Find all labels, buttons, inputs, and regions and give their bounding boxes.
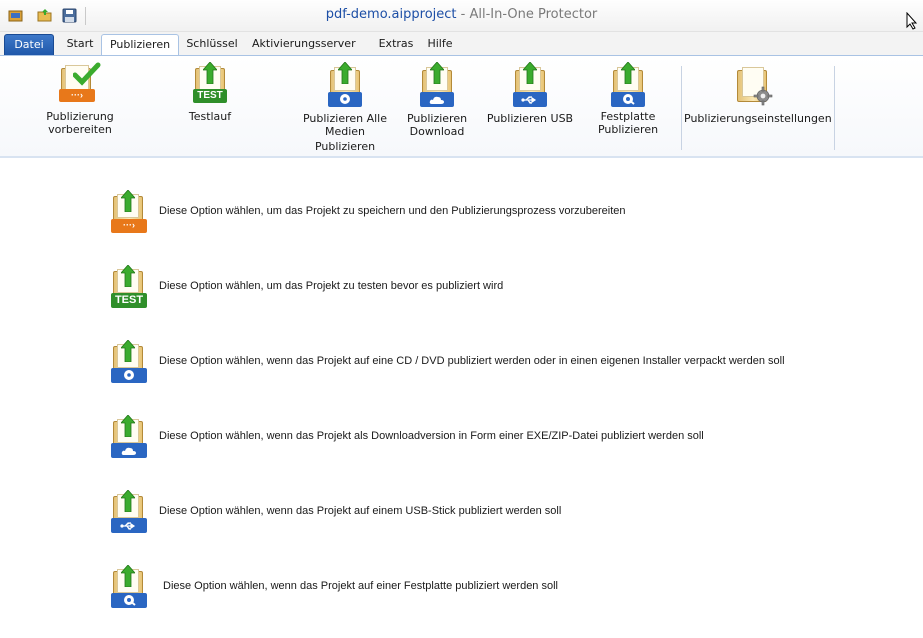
window-title: pdf-demo.aipproject - All-In-One Protect… [0,7,923,22]
option-prepare-text[interactable]: Diese Option wählen, um das Projekt zu s… [159,205,626,217]
publish-download-button[interactable]: Publizieren Download [404,62,470,138]
option-prepare-icon[interactable]: ···› [110,190,150,234]
ribbon-group-separator-end [834,66,835,150]
folder-usb-icon [511,62,549,110]
app-window: pdf-demo.aipproject - All-In-One Protect… [0,0,923,638]
option-test-text[interactable]: Diese Option wählen, um das Projekt zu t… [159,280,503,292]
option-disc-text[interactable]: Diese Option wählen, wenn das Projekt au… [159,355,785,367]
publish-harddisk-label-1: Festplatte [600,110,656,123]
option-usb-text[interactable]: Diese Option wählen, wenn das Projekt au… [159,505,561,517]
tab-aktivierungsserver[interactable]: Aktivierungsserver [252,34,356,56]
publish-all-media-button[interactable]: Publizieren Alle Medien Publizieren [300,62,390,153]
tab-hilfe[interactable]: Hilfe [425,34,455,56]
option-usb-icon[interactable] [110,490,150,534]
folder-test-icon: TEST [191,62,229,108]
folder-gear-icon [733,62,775,110]
option-download-text[interactable]: Diese Option wählen, wenn das Projekt al… [159,430,704,442]
folder-disc-icon [326,62,364,110]
title-bar: pdf-demo.aipproject - All-In-One Protect… [0,0,923,32]
publish-harddisk-button[interactable]: Festplatte Publizieren [594,62,662,136]
title-app-name: - All-In-One Protector [456,7,598,22]
test-run-button[interactable]: TEST Testlauf [178,62,242,123]
ribbon-panel: ···› Publizierung vorbereiten TEST Testl… [0,55,923,158]
mouse-cursor-icon [906,12,918,30]
folder-harddisk-icon [609,62,647,108]
prepare-publishing-label: Publizierung vorbereiten [46,110,114,136]
publish-harddisk-label-2: Publizieren [597,123,659,136]
publish-usb-button[interactable]: Publizieren USB [486,62,574,125]
option-harddisk-text[interactable]: Diese Option wählen, wenn das Projekt au… [163,580,558,592]
ribbon-group-separator [681,66,682,150]
tab-extras[interactable]: Extras [377,34,415,56]
publishing-settings-label: Publizierungseinstellungen [684,112,832,125]
publish-all-media-label-1: Publizieren Alle [302,112,388,125]
option-cloud-icon[interactable] [110,415,150,459]
publish-all-media-label-2: Medien [324,125,366,138]
publish-usb-label: Publizieren USB [486,112,574,125]
publish-download-label-1: Publizieren [406,112,468,125]
tab-datei[interactable]: Datei [4,34,54,56]
test-run-label: Testlauf [188,110,232,123]
option-harddisk-icon[interactable] [110,565,150,609]
option-disc-icon[interactable] [110,340,150,384]
tab-publizieren[interactable]: Publizieren [101,34,179,57]
option-test-icon[interactable]: TEST [110,265,150,309]
title-project-file: pdf-demo.aipproject [325,7,457,22]
tab-start[interactable]: Start [62,34,98,56]
publish-all-media-label-3: Publizieren [314,140,376,153]
prepare-publishing-button[interactable]: ···› Publizierung vorbereiten [14,62,146,136]
tab-schluessel[interactable]: Schlüssel [184,34,240,56]
folder-check-icon: ···› [59,62,101,108]
publish-download-label-2: Download [409,125,465,138]
ribbon-bottom-border [0,156,923,158]
ribbon-tab-strip: Datei Start Publizieren Schlüssel Aktivi… [0,32,923,57]
folder-cloud-icon [418,62,456,110]
publishing-settings-button[interactable]: Publizierungseinstellungen [684,62,832,125]
